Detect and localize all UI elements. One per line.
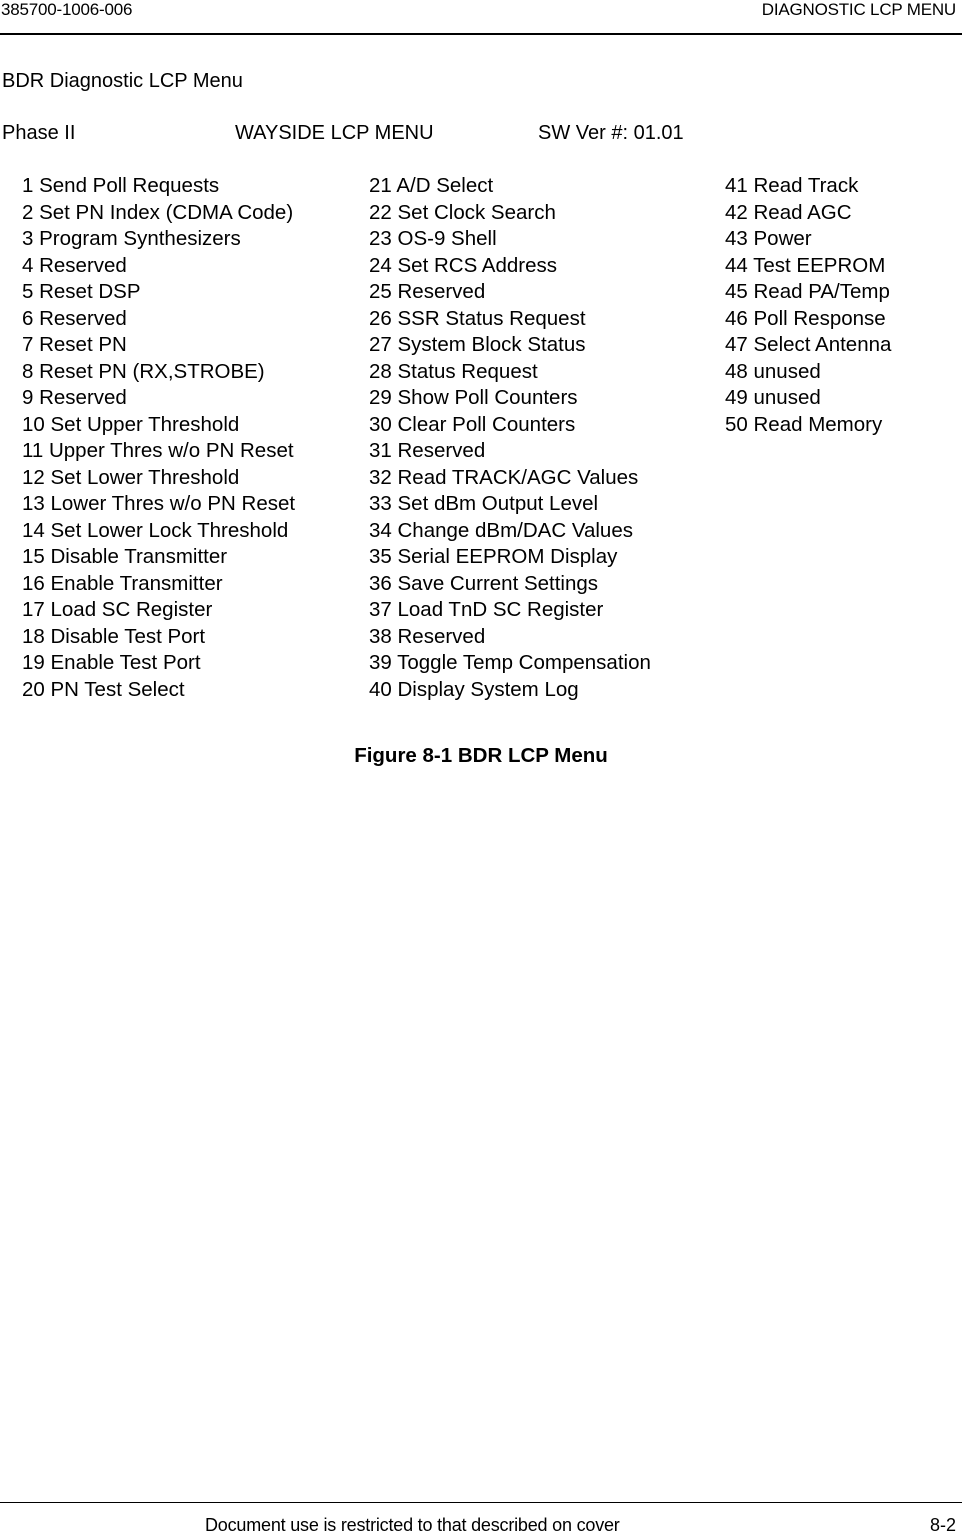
menu-item: 46 Poll Response xyxy=(725,306,886,330)
menu-item: 27 System Block Status xyxy=(369,333,586,356)
menu-item: 14 Set Lower Lock Threshold xyxy=(22,518,289,542)
menu-item: 33 Set dBm Output Level xyxy=(369,492,599,515)
menu-item: 42 Read AGC xyxy=(725,200,852,224)
menu-item: 29 Show Poll Counters xyxy=(369,386,578,409)
menu-item: 50 Read Memory xyxy=(725,412,883,436)
figure-caption: Figure 8-1 BDR LCP Menu xyxy=(354,744,608,767)
menu-item: 45 Read PA/Temp xyxy=(725,280,890,303)
menu-item: 11 Upper Thres w/o PN Reset xyxy=(22,439,294,462)
menu-item: 16 Enable Transmitter xyxy=(22,571,223,595)
menu-item: 28 Status Request xyxy=(369,359,538,383)
menu-item: 18 Disable Test Port xyxy=(22,624,206,648)
software-version: SW Ver #: 01.01 xyxy=(538,122,684,144)
menu-item: 35 Serial EEPROM Display xyxy=(369,545,618,568)
menu-item: 8 Reset PN (RX,STROBE) xyxy=(22,359,265,383)
menu-item: 34 Change dBm/DAC Values xyxy=(369,518,633,542)
menu-name: WAYSIDE LCP MENU xyxy=(235,122,434,144)
menu-column-1: 1 Send Poll Requests 2 Set PN Index (CDMA… xyxy=(22,173,295,703)
menu-item: 26 SSR Status Request xyxy=(369,306,586,330)
menu-item: 38 Reserved xyxy=(369,624,486,648)
menu-item: 23 OS-9 Shell xyxy=(369,227,497,250)
menu-phase: Phase II xyxy=(2,122,76,144)
menu-item: 31 Reserved xyxy=(369,439,486,462)
section-title: DIAGNOSTIC LCP MENU xyxy=(761,0,956,19)
menu-item: 30 Clear Poll Counters xyxy=(369,412,576,436)
menu-item: 5 Reset DSP xyxy=(22,280,141,303)
menu-item: 25 Reserved xyxy=(369,280,486,303)
menu-item: 48 unused xyxy=(725,359,821,383)
menu-item: 13 Lower Thres w/o PN Reset xyxy=(22,492,296,515)
menu-item: 7 Reset PN xyxy=(22,333,127,356)
menu-item: 17 Load SC Register xyxy=(22,598,213,621)
menu-item: 12 Set Lower Threshold xyxy=(22,465,240,489)
menu-item: 19 Enable Test Port xyxy=(22,651,201,674)
menu-item: 24 Set RCS Address xyxy=(369,253,558,277)
menu-item: 47 Select Antenna xyxy=(725,333,892,356)
document-number: 385700-1006-006 xyxy=(1,0,133,19)
menu-item: 49 unused xyxy=(725,386,821,409)
menu-item: 3 Program Synthesizers xyxy=(22,227,241,250)
menu-item: 1 Send Poll Requests xyxy=(22,174,220,197)
menu-column-3: 41 Read Track 42 Read AGC 43 Power 44 Test … xyxy=(725,173,891,438)
menu-item: 32 Read TRACK/AGC Values xyxy=(369,465,639,489)
menu-item: 4 Reserved xyxy=(22,253,127,277)
menu-item: 20 PN Test Select xyxy=(22,677,185,701)
menu-item: 43 Power xyxy=(725,227,812,250)
menu-item: 9 Reserved xyxy=(22,386,127,409)
menu-item: 6 Reserved xyxy=(22,306,127,330)
menu-item: 40 Display System Log xyxy=(369,677,579,701)
menu-item: 15 Disable Transmitter xyxy=(22,545,228,568)
page-title: BDR Diagnostic LCP Menu xyxy=(2,70,243,92)
menu-item: 36 Save Current Settings xyxy=(369,571,599,595)
footer-notice: Document use is restricted to that descr… xyxy=(205,1515,620,1535)
menu-column-2: 21 A/D Select 22 Set Clock Search 23 OS-9 … xyxy=(369,173,651,703)
footer-divider xyxy=(0,1502,962,1503)
header-divider xyxy=(0,33,962,35)
menu-item: 41 Read Track xyxy=(725,174,859,197)
page-number: 8-2 xyxy=(929,1515,956,1535)
menu-item: 22 Set Clock Search xyxy=(369,200,556,224)
menu-item: 39 Toggle Temp Compensation xyxy=(369,651,651,674)
menu-item: 2 Set PN Index (CDMA Code) xyxy=(22,200,294,224)
menu-item: 37 Load TnD SC Register xyxy=(369,598,604,621)
menu-item: 21 A/D Select xyxy=(369,174,494,197)
menu-item: 44 Test EEPROM xyxy=(725,253,886,277)
menu-item: 10 Set Upper Threshold xyxy=(22,412,240,436)
